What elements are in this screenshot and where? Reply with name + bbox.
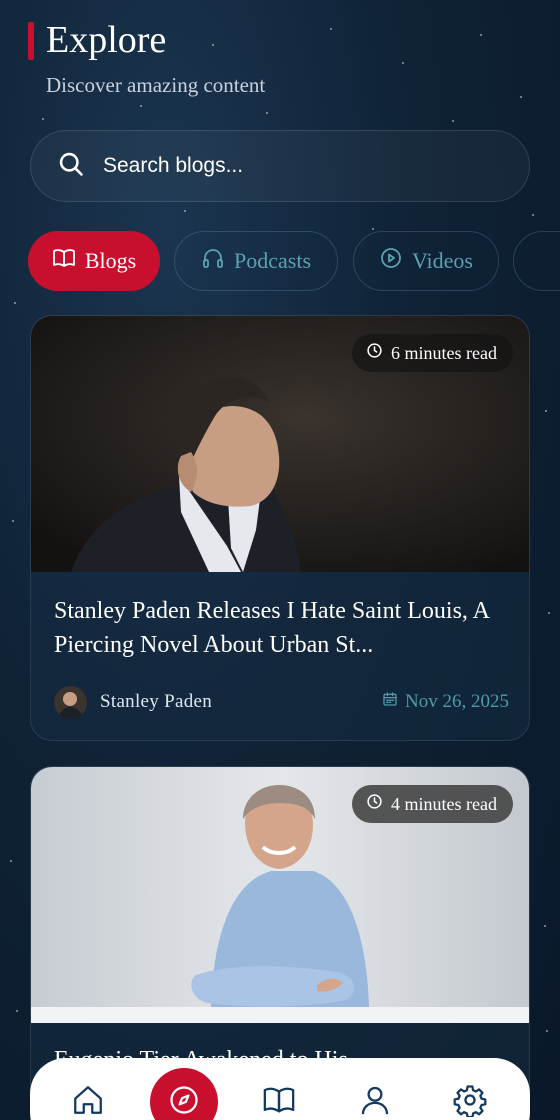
blog-card[interactable]: 6 minutes read Stanley Paden Releases I … (30, 315, 530, 741)
bottom-navigation (30, 1058, 530, 1120)
tab-label: Podcasts (234, 248, 311, 273)
clock-icon (366, 793, 391, 815)
play-circle-icon (379, 246, 412, 276)
page-title: Explore (46, 19, 167, 61)
tab-blogs[interactable]: Blogs (28, 231, 160, 291)
search-icon (57, 150, 85, 182)
tab-label: Videos (411, 248, 473, 273)
user-icon (358, 1086, 392, 1120)
author-row: Stanley Paden Nov 26, 2025 (54, 684, 509, 720)
compass-icon (169, 1085, 199, 1119)
tab-podcasts[interactable]: Podcasts (174, 231, 338, 291)
home-icon (71, 1086, 105, 1120)
gear-icon (453, 1085, 487, 1120)
calendar-icon (382, 691, 405, 713)
read-time-badge: 4 minutes read (352, 785, 513, 823)
nav-settings[interactable] (453, 1083, 487, 1120)
read-time-badge: 6 minutes read (352, 334, 513, 372)
content-tabs: Blogs Podcasts Videos (28, 231, 560, 291)
date-text: Nov 26, 2025 (405, 691, 509, 712)
clock-icon (366, 342, 391, 364)
author-name: Stanley Paden (100, 691, 213, 712)
avatar (54, 685, 87, 719)
book-open-icon (262, 1087, 296, 1120)
nav-explore[interactable] (150, 1068, 218, 1120)
tab-more[interactable] (513, 231, 560, 291)
title-accent-bar (28, 22, 34, 60)
search-input[interactable]: Search blogs... (30, 130, 530, 202)
headphones-icon (201, 246, 234, 276)
publish-date: Nov 26, 2025 (382, 691, 509, 713)
search-placeholder: Search blogs... (103, 154, 244, 177)
nav-home[interactable] (71, 1083, 105, 1117)
post-title[interactable]: Stanley Paden Releases I Hate Saint Loui… (54, 594, 514, 662)
page-subtitle: Discover amazing content (46, 73, 266, 97)
read-time-text: 4 minutes read (391, 793, 497, 814)
tab-videos[interactable]: Videos (353, 231, 499, 291)
read-time-text: 6 minutes read (391, 342, 497, 363)
tab-label: Blogs (84, 248, 137, 273)
book-open-icon (52, 246, 85, 276)
nav-profile[interactable] (358, 1083, 392, 1117)
nav-library[interactable] (262, 1083, 296, 1117)
